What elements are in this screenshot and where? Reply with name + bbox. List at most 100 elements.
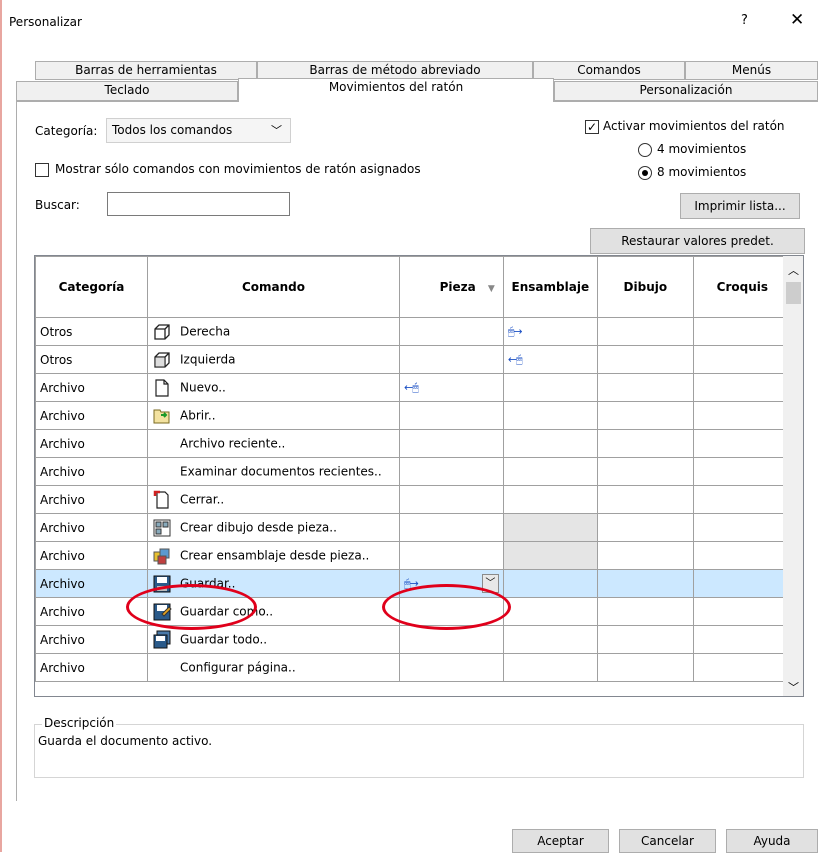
tab-mouse-gestures[interactable]: Movimientos del ratón: [238, 78, 554, 102]
cell-sketch-gesture[interactable]: [692, 653, 792, 682]
cell-part-gesture[interactable]: [399, 457, 504, 486]
cell-sketch-gesture[interactable]: [692, 429, 792, 458]
cell-sketch-gesture[interactable]: [692, 485, 792, 514]
cell-assembly-gesture[interactable]: ←🖱: [502, 345, 598, 374]
cell-assembly-gesture[interactable]: 🖱→: [502, 317, 598, 346]
cell-drawing-gesture[interactable]: [596, 625, 694, 654]
cell-command: Izquierda: [147, 345, 400, 374]
table-row[interactable]: Archivo Abrir..: [35, 401, 792, 430]
cell-sketch-gesture[interactable]: [692, 541, 792, 570]
category-select[interactable]: Todos los comandos ﹀: [106, 118, 291, 143]
cell-drawing-gesture[interactable]: [596, 373, 694, 402]
cell-command: Crear dibujo desde pieza..: [147, 513, 400, 542]
cell-drawing-gesture[interactable]: [596, 317, 694, 346]
cell-assembly-gesture[interactable]: [502, 457, 598, 486]
cell-assembly-gesture[interactable]: [502, 429, 598, 458]
table-row[interactable]: Archivo Guardar todo..: [35, 625, 792, 654]
cell-sketch-gesture[interactable]: [692, 513, 792, 542]
only-assigned-checkbox[interactable]: [35, 163, 49, 177]
print-list-button[interactable]: Imprimir lista...: [680, 193, 800, 219]
header-drawing[interactable]: Dibujo: [596, 256, 694, 318]
cell-part-gesture[interactable]: [399, 345, 504, 374]
help-icon[interactable]: ?: [741, 13, 748, 28]
cell-assembly-gesture[interactable]: [502, 597, 598, 626]
cell-drawing-gesture[interactable]: [596, 541, 694, 570]
cell-part-gesture[interactable]: [399, 513, 504, 542]
cell-category: Archivo: [35, 373, 148, 402]
tab-menus[interactable]: Menús: [685, 61, 818, 80]
tab-keyboard[interactable]: Teclado: [16, 81, 238, 101]
vertical-scrollbar[interactable]: ︿ ﹀: [783, 256, 803, 696]
header-part[interactable]: Pieza ▼: [399, 256, 504, 318]
table-row[interactable]: Otros Derecha 🖱→: [35, 317, 792, 346]
tab-customization[interactable]: Personalización: [554, 81, 818, 101]
cell-part-gesture[interactable]: [399, 401, 504, 430]
cell-drawing-gesture[interactable]: [596, 429, 694, 458]
cell-sketch-gesture[interactable]: [692, 373, 792, 402]
cell-drawing-gesture[interactable]: [596, 485, 694, 514]
cell-part-gesture[interactable]: ←🖱: [399, 373, 504, 402]
header-category[interactable]: Categoría: [35, 256, 148, 318]
ok-button[interactable]: Aceptar: [512, 829, 609, 853]
cell-part-gesture[interactable]: [399, 429, 504, 458]
cell-drawing-gesture[interactable]: [596, 457, 694, 486]
search-input[interactable]: [107, 192, 290, 216]
tab-commands[interactable]: Comandos: [533, 61, 685, 80]
enable-gestures-checkbox[interactable]: ✓: [585, 120, 599, 134]
cell-assembly-gesture[interactable]: [502, 373, 598, 402]
cell-sketch-gesture[interactable]: [692, 345, 792, 374]
eight-gestures-radio[interactable]: [638, 166, 652, 180]
cell-part-gesture[interactable]: [399, 653, 504, 682]
close-icon[interactable]: ✕: [790, 10, 804, 30]
scroll-thumb[interactable]: [786, 282, 801, 304]
tab-toolbars[interactable]: Barras de herramientas: [35, 61, 257, 80]
cell-sketch-gesture[interactable]: [692, 569, 792, 598]
cell-drawing-gesture[interactable]: [596, 513, 694, 542]
command-label: Archivo reciente..: [180, 436, 286, 450]
table-row[interactable]: Otros Izquierda ←🖱: [35, 345, 792, 374]
four-gestures-label: 4 movimientos: [657, 142, 747, 156]
table-row[interactable]: Archivo Configurar página..: [35, 653, 792, 682]
header-assembly[interactable]: Ensamblaje: [502, 256, 598, 318]
commands-grid[interactable]: Categoría Comando Pieza ▼ Ensamblaje Dib…: [34, 255, 804, 697]
cell-assembly-gesture[interactable]: [502, 569, 598, 598]
cell-drawing-gesture[interactable]: [596, 401, 694, 430]
assembly-from-part-icon: [152, 546, 172, 566]
cell-sketch-gesture[interactable]: [692, 457, 792, 486]
table-row[interactable]: Archivo Crear ensamblaje desde pieza..: [35, 541, 792, 570]
cell-assembly-gesture[interactable]: [502, 513, 598, 542]
cell-assembly-gesture[interactable]: [502, 541, 598, 570]
table-row[interactable]: Archivo Cerrar..: [35, 485, 792, 514]
cancel-button[interactable]: Cancelar: [619, 829, 716, 853]
help-button[interactable]: Ayuda: [726, 829, 818, 853]
cell-assembly-gesture[interactable]: [502, 401, 598, 430]
table-row[interactable]: Archivo Crear dibujo desde pieza..: [35, 513, 792, 542]
header-sketch[interactable]: Croquis: [692, 256, 792, 318]
scroll-down-icon[interactable]: ﹀: [788, 679, 799, 695]
description-box: [34, 724, 804, 778]
cell-category: Archivo: [35, 401, 148, 430]
cell-sketch-gesture[interactable]: [692, 401, 792, 430]
four-gestures-radio[interactable]: [638, 143, 652, 157]
scroll-up-icon[interactable]: ︿: [788, 262, 799, 278]
cell-assembly-gesture[interactable]: [502, 625, 598, 654]
cell-assembly-gesture[interactable]: [502, 653, 598, 682]
header-command[interactable]: Comando: [147, 256, 400, 318]
table-row[interactable]: Archivo Archivo reciente..: [35, 429, 792, 458]
cell-sketch-gesture[interactable]: [692, 597, 792, 626]
table-row[interactable]: Archivo Examinar documentos recientes..: [35, 457, 792, 486]
description-text: Guarda el documento activo.: [38, 734, 213, 748]
cell-assembly-gesture[interactable]: [502, 485, 598, 514]
cell-drawing-gesture[interactable]: [596, 345, 694, 374]
cell-drawing-gesture[interactable]: [596, 653, 694, 682]
cell-drawing-gesture[interactable]: [596, 597, 694, 626]
cell-part-gesture[interactable]: [399, 317, 504, 346]
cell-part-gesture[interactable]: [399, 541, 504, 570]
cell-sketch-gesture[interactable]: [692, 317, 792, 346]
cell-drawing-gesture[interactable]: [596, 569, 694, 598]
cell-sketch-gesture[interactable]: [692, 625, 792, 654]
table-row[interactable]: Archivo Nuevo.. ←🖱: [35, 373, 792, 402]
cell-part-gesture[interactable]: [399, 485, 504, 514]
restore-defaults-button[interactable]: Restaurar valores predet.: [590, 228, 805, 254]
command-label: Izquierda: [180, 352, 236, 366]
